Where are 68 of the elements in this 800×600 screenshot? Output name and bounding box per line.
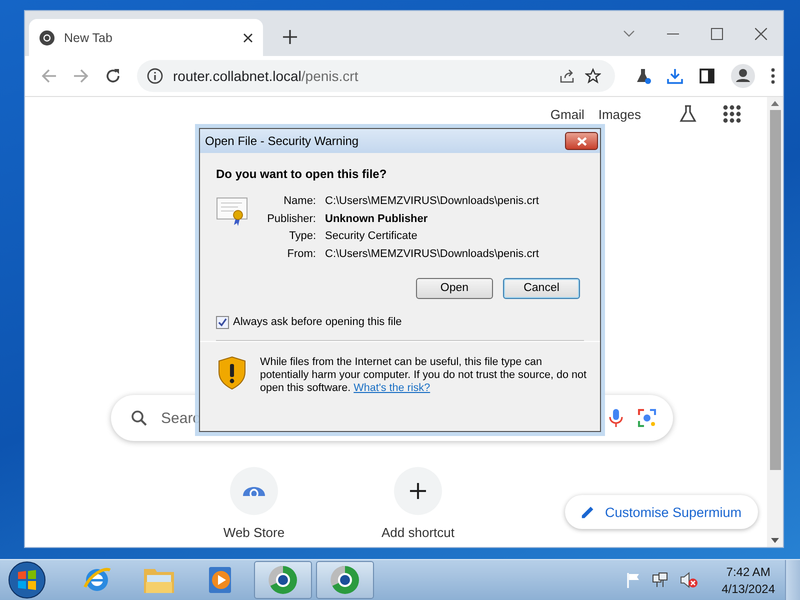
star-icon[interactable] [585, 68, 601, 84]
share-icon[interactable] [559, 68, 575, 84]
field-value: C:\Users\MEMZVIRUS\Downloads\penis.crt [325, 248, 539, 260]
browser-logo-icon [39, 30, 55, 46]
side-panel-icon[interactable] [699, 68, 715, 84]
plus-icon [410, 483, 426, 499]
maximize-icon[interactable] [711, 28, 723, 40]
header-link[interactable]: Images [598, 106, 641, 122]
search-input[interactable]: Searc [161, 410, 205, 426]
clock-time[interactable]: 7:42 AM [726, 564, 770, 578]
close-tab-icon[interactable] [243, 32, 253, 42]
start-button[interactable] [8, 561, 46, 599]
shield-warning-icon [218, 356, 246, 390]
close-icon[interactable] [755, 28, 767, 40]
clock-date[interactable]: 4/13/2024 [722, 582, 775, 596]
shortcut-tile[interactable] [394, 467, 442, 515]
search-icon [131, 410, 147, 426]
menu-icon[interactable] [771, 68, 775, 84]
field-label: Name: [282, 195, 316, 207]
info-icon[interactable] [147, 68, 163, 84]
flask-icon[interactable] [679, 105, 697, 123]
dialog-button[interactable]: Open [416, 278, 493, 298]
camera-search-icon[interactable] [637, 408, 657, 428]
browser-tab[interactable]: New Tab [29, 19, 263, 56]
scrollbar[interactable] [767, 97, 783, 547]
reload-icon[interactable] [105, 68, 121, 84]
browser-logo-icon [267, 564, 299, 596]
dialog-button[interactable]: Cancel [503, 278, 580, 298]
new-tab-icon[interactable] [283, 30, 297, 44]
store-icon [243, 486, 265, 496]
scroll-down-icon[interactable] [771, 538, 779, 543]
field-label: Type: [288, 230, 316, 242]
checkbox[interactable] [216, 316, 229, 328]
field-value: C:\Users\MEMZVIRUS\Downloads\penis.crt [325, 195, 539, 207]
download-icon[interactable] [667, 68, 683, 84]
customise-button[interactable]: Customise Supermium [565, 495, 758, 529]
risk-link[interactable]: What's the risk? [354, 382, 430, 394]
header-link[interactable]: Gmail [550, 106, 584, 122]
browser-logo-icon [329, 564, 361, 596]
shortcut-tile[interactable] [230, 467, 278, 515]
volume-muted-icon[interactable] [680, 572, 698, 588]
close-button[interactable] [565, 132, 598, 150]
profile-icon[interactable] [731, 64, 755, 88]
field-label: Publisher: [266, 212, 316, 224]
dialog-question: Do you want to open this file? [216, 167, 388, 181]
taskbar-app[interactable] [254, 561, 312, 599]
shortcut-label: Add shortcut [382, 525, 454, 540]
field-label: From: [286, 248, 316, 260]
close-icon [576, 136, 586, 146]
taskbar-app[interactable] [316, 561, 374, 599]
warning-text: While files from the Internet can be useful, this file type can potentially harm your computer. If you do not trust the source, do not open this software. What's the risk? [260, 356, 588, 394]
url-text: router.collabnet.local/penis.crt [173, 68, 358, 84]
flask-icon[interactable] [635, 68, 651, 84]
search-bar[interactable]: Searc [111, 395, 673, 441]
tab-search-icon[interactable] [623, 30, 635, 38]
pencil-icon [581, 505, 595, 519]
minimize-icon[interactable] [667, 32, 679, 34]
shortcut-label: Web Store [223, 525, 285, 540]
field-value: Security Certificate [325, 230, 418, 242]
field-value: Unknown Publisher [325, 212, 429, 224]
scroll-up-icon[interactable] [771, 101, 779, 106]
microphone-icon[interactable] [609, 408, 623, 428]
dialog-title: Open File - Security Warning [205, 134, 360, 148]
apps-grid-icon[interactable] [723, 105, 741, 123]
checkbox-label: Always ask before opening this file [233, 316, 402, 328]
address-bar[interactable]: router.collabnet.local/penis.crt [137, 60, 615, 92]
network-icon[interactable] [652, 572, 668, 588]
certificate-icon [216, 195, 248, 227]
